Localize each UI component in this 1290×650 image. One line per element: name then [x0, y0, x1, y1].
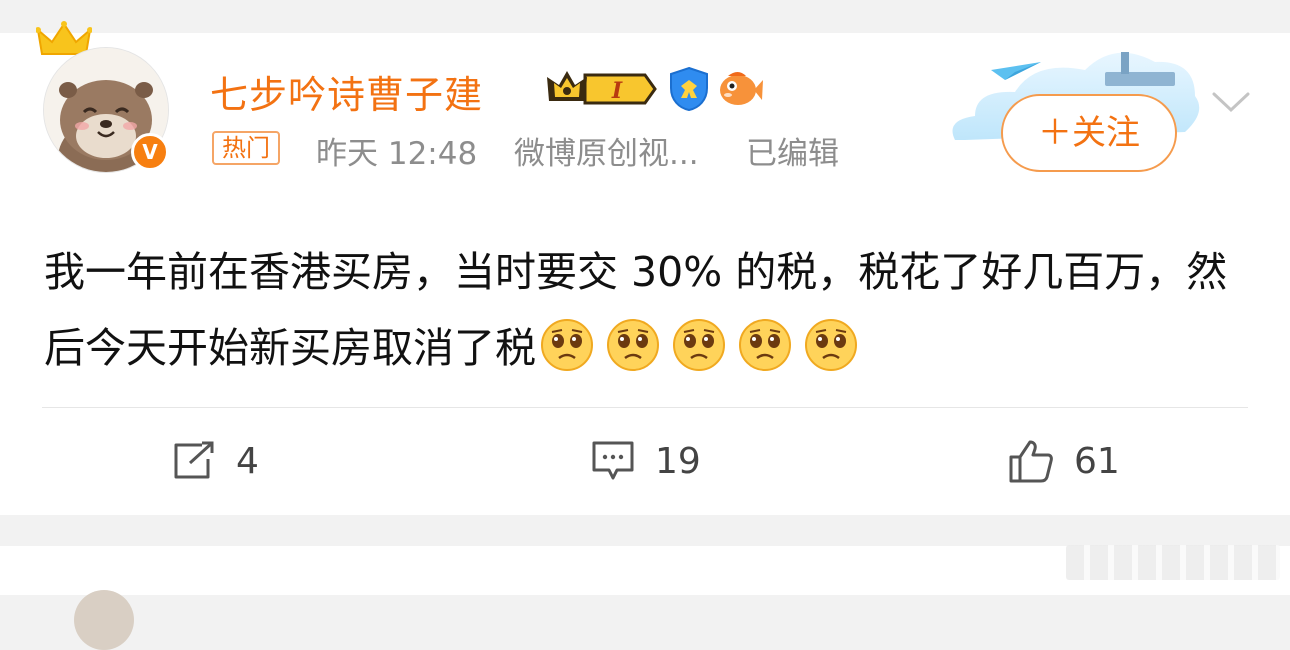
- follow-button[interactable]: ＋关注: [1001, 94, 1177, 172]
- crying-face-emoji-icon: [607, 319, 659, 371]
- verified-badge-icon: V: [131, 133, 169, 171]
- feed-gap-bottom: [0, 515, 1290, 546]
- post-body: 我一年前在香港买房，当时要交 30% 的税，税花了好几百万，然后今天开始新买房取…: [44, 234, 1254, 386]
- repost-icon: [174, 441, 214, 479]
- badge-level-text: I: [611, 78, 623, 104]
- repost-button[interactable]: 4: [172, 436, 259, 486]
- crying-face-emoji-icon: [739, 319, 791, 371]
- divider: [42, 407, 1248, 408]
- watermark: [1066, 545, 1280, 580]
- comment-button[interactable]: 19: [591, 436, 701, 486]
- fish-badge-icon[interactable]: [716, 64, 764, 112]
- post-source[interactable]: 微博原创视...: [514, 128, 699, 173]
- emoji-row: [536, 319, 858, 372]
- edited-label[interactable]: 已编辑: [746, 128, 839, 173]
- like-button[interactable]: 61: [1008, 436, 1120, 486]
- crying-face-emoji-icon: [805, 319, 857, 371]
- like-count: 61: [1074, 440, 1120, 482]
- comment-count: 19: [655, 440, 701, 482]
- hot-tag: 热门: [212, 131, 280, 165]
- post-time: 昨天 12:48: [316, 136, 478, 172]
- username[interactable]: 七步吟诗曹子建: [210, 64, 483, 119]
- chevron-down-icon[interactable]: [1211, 88, 1251, 116]
- shield-badge-icon[interactable]: [667, 66, 711, 112]
- thumbs-up-icon: [1009, 440, 1053, 483]
- next-post-avatar[interactable]: [74, 590, 134, 650]
- repost-count: 4: [236, 440, 259, 482]
- crying-face-emoji-icon: [673, 319, 725, 371]
- comment-icon: [592, 441, 634, 480]
- vip-crown-badge-icon[interactable]: I: [545, 67, 657, 111]
- feed-gap-top: [0, 0, 1290, 33]
- crying-face-emoji-icon: [541, 319, 593, 371]
